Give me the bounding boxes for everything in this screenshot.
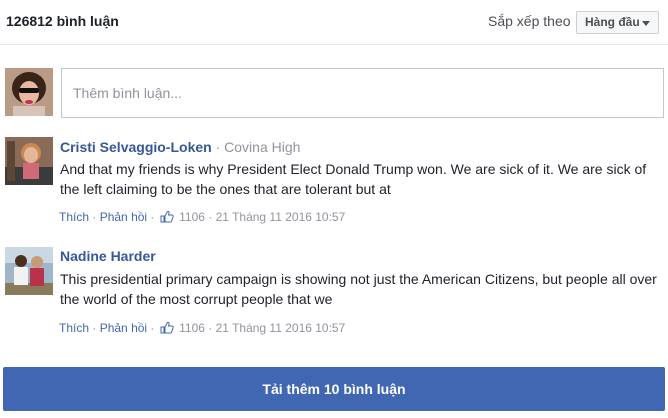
current-user-avatar [5, 68, 53, 116]
comment-input[interactable] [61, 68, 664, 118]
author-name[interactable]: Nadine Harder [60, 248, 156, 264]
comment-actions: Thích · Phản hồi · 1106 · 21 Tháng 11 20… [59, 210, 346, 224]
avatar[interactable] [5, 247, 53, 295]
caret-down-icon [642, 21, 650, 26]
meta-separator: · [211, 139, 225, 155]
reply-link[interactable]: Phản hồi [100, 321, 147, 335]
comment-count: 126812 bình luận [6, 13, 119, 29]
comment-author[interactable]: Nadine Harder [60, 248, 156, 264]
author-name[interactable]: Cristi Selvaggio-Loken [60, 139, 212, 155]
comments-header: 126812 bình luận Sắp xếp theo Hàng đầu [0, 0, 668, 45]
comment-timestamp[interactable]: 21 Tháng 11 2016 10:57 [216, 321, 346, 335]
reply-link[interactable]: Phản hồi [100, 210, 147, 224]
comment-author[interactable]: Cristi Selvaggio-Loken · Covina High [60, 139, 300, 155]
comment-text: This presidential primary campaign is sh… [60, 271, 657, 307]
like-count: 1106 [179, 321, 205, 335]
comment-actions: Thích · Phản hồi · 1106 · 21 Tháng 11 20… [59, 321, 346, 335]
comment-timestamp[interactable]: 21 Tháng 11 2016 10:57 [216, 210, 346, 224]
like-link[interactable]: Thích [59, 210, 89, 224]
avatar[interactable] [5, 137, 53, 185]
sort-dropdown[interactable]: Hàng đầu [576, 11, 659, 34]
load-more-button[interactable]: Tải thêm 10 bình luận [3, 367, 665, 411]
like-link[interactable]: Thích [59, 321, 89, 335]
like-count: 1106 [179, 210, 205, 224]
comment-text: And that my friends is why President Ele… [60, 161, 647, 197]
thumbs-up-icon [160, 210, 174, 223]
sort-label: Sắp xếp theo [488, 13, 571, 29]
sort-value: Hàng đầu [585, 15, 640, 29]
author-affiliation: Covina High [224, 139, 301, 155]
thumbs-up-icon [160, 321, 174, 334]
